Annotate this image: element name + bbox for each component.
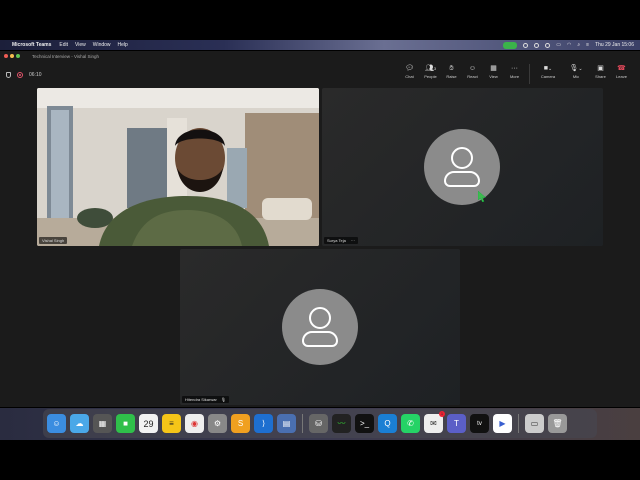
menu-help[interactable]: Help — [118, 42, 128, 48]
menu-app-name[interactable]: Microsoft Teams — [12, 42, 51, 48]
toolbar-divider — [529, 64, 530, 84]
people-icon: 👥︎3 — [424, 65, 437, 72]
window-title: Technical Interview - Vishal Singh — [32, 53, 99, 59]
teams-icon[interactable]: T — [447, 414, 466, 433]
dock-divider — [302, 414, 303, 433]
calendar-icon[interactable]: 29 — [139, 414, 158, 433]
hand-icon: ✋︎ — [449, 65, 454, 72]
mic-button[interactable]: 🎙︎⌄ Mic — [562, 64, 590, 79]
search-icon[interactable]: ⌕ — [577, 42, 580, 48]
grid-icon: ▦ — [490, 65, 497, 72]
view-button[interactable]: ▦ View — [483, 64, 504, 79]
mic-muted-icon: 🎙︎ — [220, 397, 226, 402]
launchpad-icon[interactable]: ▦ — [93, 414, 112, 433]
battery-icon[interactable]: ▭ — [556, 42, 561, 48]
raise-hand-button[interactable]: ✋︎ Raise — [441, 64, 462, 79]
menu-view[interactable]: View — [75, 42, 86, 48]
play-icon[interactable] — [545, 42, 551, 48]
share-icon: ▣ — [597, 65, 604, 72]
finder-icon[interactable]: ☺ — [47, 414, 66, 433]
leave-button[interactable]: ☎︎ Leave — [611, 64, 632, 79]
video-tile-hitendra[interactable]: Hitendra Sikarwar 🎙︎ — [180, 249, 460, 405]
chat-button[interactable]: 💬︎ Chat — [399, 64, 420, 79]
preview-icon[interactable]: ▤ — [277, 414, 296, 433]
leave-phone-icon: ☎︎ — [617, 65, 626, 72]
chat-icon: 💬︎ — [405, 65, 414, 72]
meeting-timer: 06:10 — [29, 72, 42, 78]
dock-divider — [518, 414, 519, 433]
trash-icon[interactable]: 🗑︎ — [548, 414, 567, 433]
apple-tv-icon[interactable]: tv — [470, 414, 489, 433]
weather-icon[interactable]: ☁ — [70, 414, 89, 433]
mouse-cursor-icon — [478, 191, 486, 202]
smile-icon: ☺ — [468, 65, 477, 72]
camera-icon: ■︎⌄ — [543, 65, 553, 72]
facetime-icon[interactable]: ■ — [116, 414, 135, 433]
react-button[interactable]: ☺ React — [462, 64, 483, 79]
menu-window[interactable]: Window — [93, 42, 111, 48]
zoom-like-play-icon[interactable]: ▶ — [493, 414, 512, 433]
avatar-icon — [424, 129, 500, 205]
zoom-window-button[interactable] — [16, 54, 20, 58]
participant-video — [37, 88, 319, 246]
notes-icon[interactable]: ≡ — [162, 414, 181, 433]
control-center-icon[interactable]: ≡ — [586, 42, 589, 48]
window-controls — [4, 54, 20, 58]
chrome-icon[interactable]: ◉ — [185, 414, 204, 433]
messages-icon[interactable]: ✉ 1 — [424, 411, 445, 433]
share-button[interactable]: ▣ Share — [590, 64, 611, 79]
people-button[interactable]: 👥︎3 People — [420, 64, 441, 79]
shield-icon[interactable] — [6, 72, 11, 78]
record-status-icon[interactable] — [523, 42, 529, 48]
wifi-icon[interactable]: ◠ — [567, 42, 571, 48]
more-button[interactable]: ··· More — [504, 64, 525, 79]
quicktime-icon[interactable]: Q — [378, 414, 397, 433]
downloads-stack-icon[interactable]: ▭ — [525, 414, 544, 433]
menubar-status-area: ▭ ◠ ⌕ ≡ Thu 29 Jan 15:06 — [503, 41, 634, 49]
system-settings-icon[interactable]: ⚙ — [208, 414, 227, 433]
whatsapp-icon[interactable]: ✆ — [401, 414, 420, 433]
notification-badge: 1 — [439, 411, 445, 417]
camera-button[interactable]: ■︎⌄ Camera — [534, 64, 562, 79]
video-tile-vishal[interactable]: Vishal Singh — [37, 88, 319, 246]
more-icon: ··· — [511, 65, 518, 72]
participant-name-label: Surya Teja ··· — [324, 237, 358, 244]
more-options-icon[interactable]: ··· — [351, 238, 355, 243]
camera-in-use-icon[interactable] — [503, 41, 518, 49]
mic-icon: 🎙︎⌄ — [569, 65, 583, 72]
participant-name-label: Vishal Singh — [39, 237, 68, 244]
window-titlebar: Technical Interview - Vishal Singh — [0, 51, 640, 61]
macos-dock: ☺ ☁ ▦ ■ 29 ≡ ◉ ⚙ S ⟩ ▤ ⛁ 〰 >_ Q ✆ ✉ 1 T t… — [43, 409, 597, 438]
terminal-icon[interactable]: >_ — [355, 414, 374, 433]
participant-name-label: Hitendra Sikarwar 🎙︎ — [182, 396, 229, 403]
clock[interactable]: Thu 29 Jan 15:06 — [595, 42, 634, 48]
close-window-button[interactable] — [4, 54, 8, 58]
minimize-window-button[interactable] — [10, 54, 14, 58]
avatar-icon — [282, 289, 358, 365]
meeting-toolbar: 06:10 💬︎ Chat 👥︎3 People ✋︎ Raise ☺ Reac… — [0, 61, 640, 89]
vscode-icon[interactable]: ⟩ — [254, 414, 273, 433]
macos-menubar: Microsoft Teams Edit View Window Help ▭ … — [0, 40, 640, 50]
sublime-text-icon[interactable]: S — [231, 414, 250, 433]
db-tool-icon[interactable]: ⛁ — [309, 414, 328, 433]
menu-edit[interactable]: Edit — [59, 42, 68, 48]
video-tile-surya[interactable]: Surya Teja ··· — [322, 88, 603, 246]
recording-icon — [17, 72, 23, 78]
focus-icon[interactable] — [534, 42, 540, 48]
activity-monitor-icon[interactable]: 〰 — [332, 414, 351, 433]
